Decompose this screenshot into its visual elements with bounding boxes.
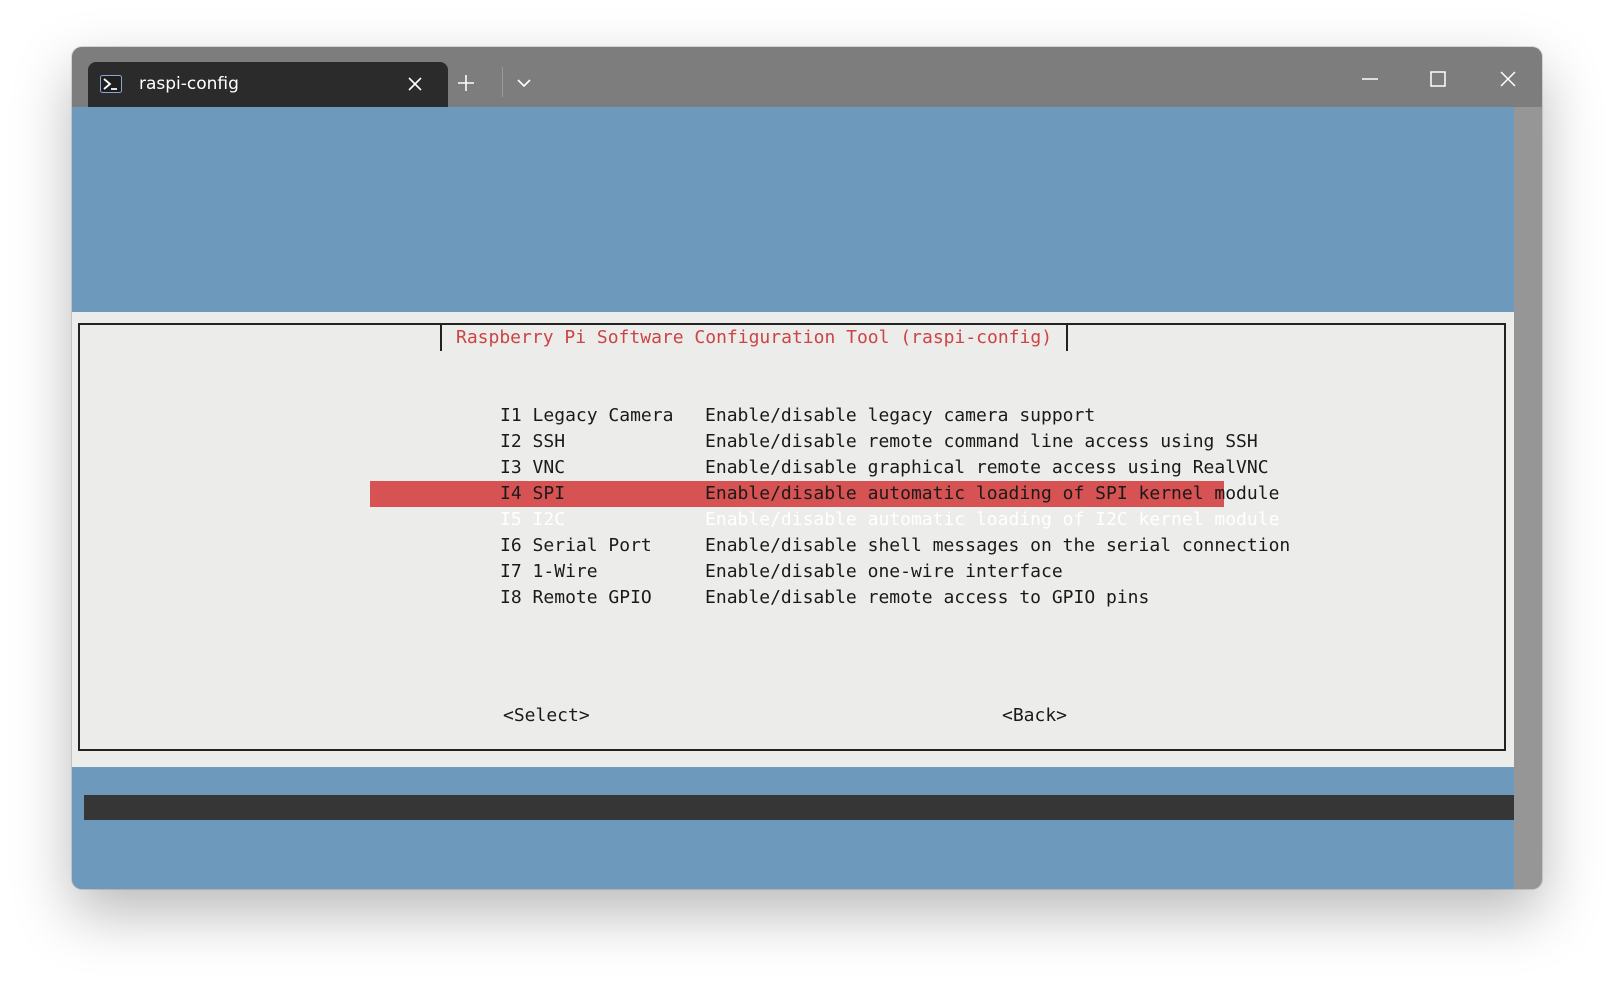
- menu-item-desc: Enable/disable automatic loading of SPI …: [705, 483, 1280, 504]
- menu-item-key: I8 Remote GPIO: [500, 587, 652, 608]
- title-bar: raspi-config: [72, 47, 1542, 107]
- close-icon[interactable]: [406, 75, 424, 93]
- close-icon[interactable]: [1496, 67, 1520, 91]
- menu-item-legacy-camera[interactable]: I1 Legacy Camera Enable/disable legacy ca…: [370, 377, 1290, 426]
- chevron-down-icon[interactable]: [512, 71, 536, 95]
- plus-icon[interactable]: [454, 71, 478, 95]
- powershell-icon: [100, 75, 122, 93]
- tab-raspi-config[interactable]: raspi-config: [88, 62, 448, 107]
- dialog-frame: Raspberry Pi Software Configuration Tool…: [78, 323, 1506, 751]
- menu-item-desc: Enable/disable remote command line acces…: [705, 431, 1258, 452]
- config-dialog: Raspberry Pi Software Configuration Tool…: [72, 312, 1514, 767]
- menu-item-desc: Enable/disable legacy camera support: [705, 405, 1096, 426]
- scrollbar-track[interactable]: [1514, 107, 1542, 889]
- menu-item-key: I4 SPI: [500, 483, 566, 504]
- menu-item-desc: Enable/disable one-wire interface: [705, 561, 1063, 582]
- select-button[interactable]: <Select>: [503, 705, 590, 726]
- dialog-shadow: [84, 795, 1514, 820]
- back-button[interactable]: <Back>: [1002, 705, 1067, 726]
- terminal-window: raspi-config Raspberry Pi Software Confi…: [72, 47, 1542, 889]
- menu-item-key: I7 1-Wire: [500, 561, 598, 582]
- menu-item-desc: Enable/disable shell messages on the ser…: [705, 535, 1291, 556]
- maximize-icon[interactable]: [1426, 67, 1450, 91]
- menu-item-key: I6 Serial Port: [500, 535, 652, 556]
- tab-title: raspi-config: [139, 74, 239, 94]
- interface-menu: I1 Legacy Camera Enable/disable legacy ca…: [370, 377, 1291, 608]
- menu-item-desc: Enable/disable remote access to GPIO pin…: [705, 587, 1150, 608]
- menu-item-key: I3 VNC: [500, 457, 566, 478]
- tab-separator: [502, 67, 503, 97]
- menu-item-key: I2 SSH: [500, 431, 566, 452]
- menu-item-desc: Enable/disable graphical remote access u…: [705, 457, 1269, 478]
- menu-item-key: I5 I2C: [500, 509, 566, 530]
- minimize-icon[interactable]: [1358, 67, 1382, 91]
- menu-item-desc: Enable/disable automatic loading of I2C …: [705, 509, 1280, 530]
- terminal-area[interactable]: Raspberry Pi Software Configuration Tool…: [72, 107, 1514, 889]
- dialog-title: Raspberry Pi Software Configuration Tool…: [440, 325, 1069, 351]
- menu-item-key: I1 Legacy Camera: [500, 405, 674, 426]
